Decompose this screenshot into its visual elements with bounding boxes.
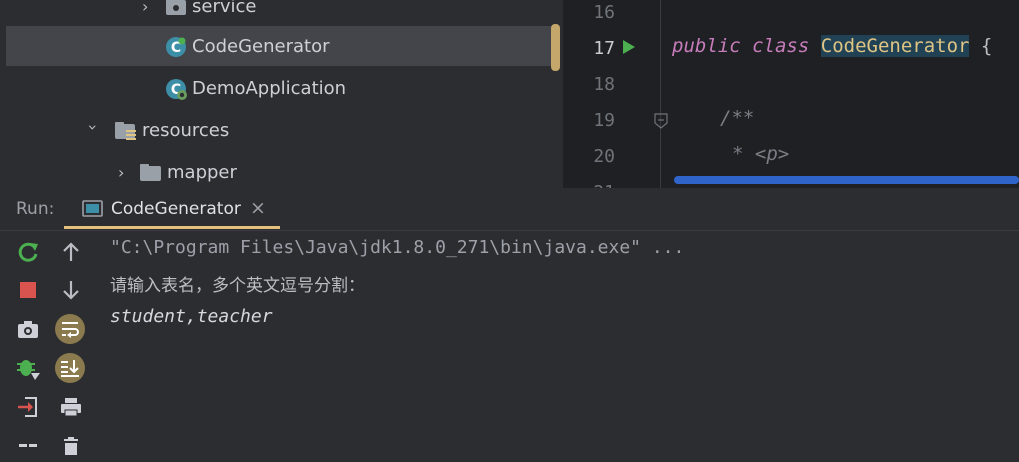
soft-wrap-icon[interactable] <box>54 313 86 345</box>
camera-icon[interactable] <box>12 313 44 345</box>
line-number: 19 <box>593 110 615 131</box>
arrow-down-icon[interactable] <box>55 274 87 306</box>
console-line-command: "C:\Program Files\Java\jdk1.8.0_271\bin\… <box>110 237 685 258</box>
trash-icon[interactable] <box>55 430 87 462</box>
code-editor[interactable]: 16 17 18 19 20 21 public class CodeGener… <box>563 0 1019 188</box>
rerun-icon[interactable] <box>12 236 44 268</box>
comment-p: * <p> <box>732 143 790 165</box>
keyword-public: public <box>672 35 741 57</box>
folder-icon <box>140 164 161 181</box>
console-icon <box>82 200 103 217</box>
chevron-right-icon[interactable]: › <box>142 0 148 16</box>
line-number: 18 <box>593 74 615 95</box>
tab-title: CodeGenerator <box>111 199 241 219</box>
comment-start: /** <box>720 107 755 129</box>
tab-codegenerator[interactable]: CodeGenerator × <box>64 188 280 230</box>
run-label: Run: <box>16 199 55 219</box>
run-gutter-icon[interactable] <box>622 39 636 55</box>
horizontal-scrollbar[interactable] <box>674 176 1019 184</box>
tree-item-codegenerator[interactable]: C CodeGenerator <box>6 26 554 66</box>
tree-scrollbar-thumb[interactable] <box>551 24 560 71</box>
line-number: 20 <box>593 146 615 167</box>
package-folder-icon <box>166 0 186 15</box>
console-line-prompt: 请输入表名，多个英文逗号分割： <box>110 276 365 296</box>
spring-boot-class-icon: C <box>166 79 187 100</box>
brace: { <box>980 35 993 57</box>
fold-icon[interactable] <box>654 113 668 129</box>
stop-icon[interactable] <box>12 274 44 306</box>
chevron-down-icon[interactable]: › <box>84 124 103 130</box>
arrow-up-icon[interactable] <box>55 236 87 268</box>
code-line-17: public class CodeGenerator { <box>672 35 992 57</box>
scroll-to-end-icon[interactable] <box>54 352 86 384</box>
tree-item-label: resources <box>142 119 230 141</box>
close-icon[interactable]: × <box>250 197 266 219</box>
tree-item-mapper[interactable]: › mapper <box>0 152 563 188</box>
console-line-input[interactable]: student,teacher <box>110 306 273 327</box>
line-number: 17 <box>593 38 615 59</box>
tree-item-demoapplication[interactable]: C DemoApplication <box>0 68 563 108</box>
java-class-icon: C <box>166 37 186 57</box>
layout-icon[interactable] <box>12 430 44 462</box>
chevron-right-icon[interactable]: › <box>118 163 124 182</box>
resources-folder-icon <box>115 122 136 140</box>
tree-item-resources[interactable]: › resources <box>0 110 563 150</box>
tab-active-indicator <box>64 226 280 229</box>
class-name: CodeGenerator <box>820 35 970 57</box>
gutter-divider <box>660 0 661 188</box>
tree-item-label: DemoApplication <box>192 77 347 99</box>
tree-item-label: CodeGenerator <box>192 35 330 57</box>
line-number: 16 <box>593 2 615 23</box>
keyword-class: class <box>752 35 810 57</box>
tree-item-service[interactable]: › service <box>0 0 563 26</box>
login-icon[interactable] <box>12 391 44 423</box>
tree-item-label: service <box>192 0 257 17</box>
project-tree: › service C CodeGenerator C DemoApplicat… <box>0 0 563 188</box>
debug-bug-icon[interactable] <box>12 352 44 384</box>
tree-item-label: mapper <box>167 161 237 183</box>
print-icon[interactable] <box>55 391 87 423</box>
